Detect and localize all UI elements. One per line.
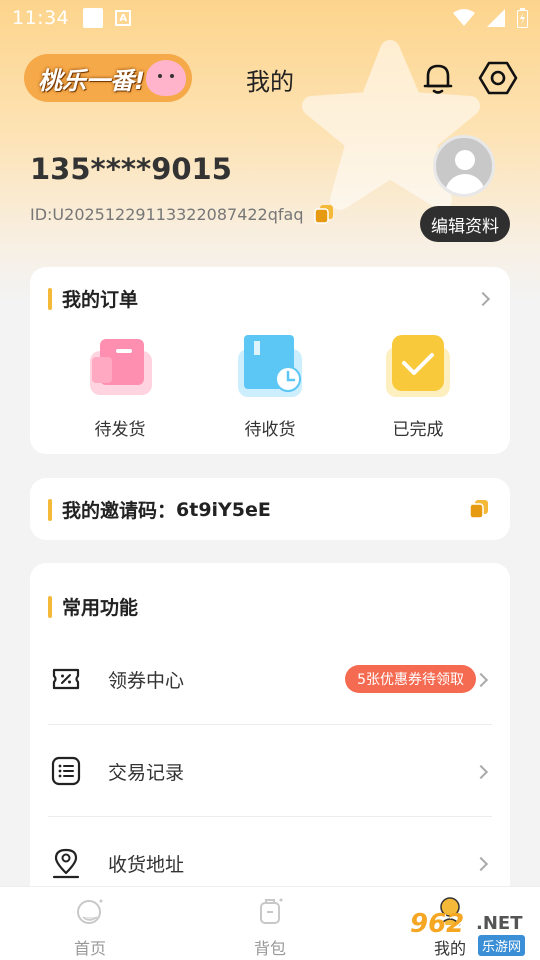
order-completed[interactable]: 已完成 [358,331,478,440]
avatar[interactable] [433,135,495,197]
transaction-records-label: 交易记录 [108,762,185,784]
signal-icon [487,9,505,27]
invite-label: 我的邀请码： [62,500,177,522]
truck-icon [90,339,152,395]
backpack-icon [260,898,283,924]
user-id-text: ID:U20251229113322087422qfaq [30,204,304,224]
app-notification-icon: A [115,10,132,26]
watermark-site-name: 乐游网 [478,935,526,956]
order-pending-shipment[interactable]: 待发货 [60,331,180,440]
order-pending-receipt[interactable]: 待收货 [210,331,330,440]
copy-icon[interactable] [468,498,490,520]
site-watermark: 962 .NET 乐游网 [402,905,536,957]
status-bar: 11:34 A [0,0,540,36]
order-label: 已完成 [392,420,444,440]
home-icon [77,899,103,924]
invite-card: 我的邀请码： 6t9iY5eE [30,478,510,540]
orders-title-text: 我的订单 [62,289,139,311]
settings-icon[interactable] [478,58,518,98]
user-id-row: ID:U20251229113322087422qfaq [30,203,335,225]
location-icon [52,848,80,879]
battery-icon [517,8,528,28]
chevron-right-icon [473,856,489,872]
list-icon [51,756,81,786]
functions-title: 常用功能 [48,593,138,620]
box-clock-icon [238,335,302,397]
coupon-center-row[interactable]: 领券中心 5张优惠券待领取 [48,633,492,725]
orders-card: 我的订单 待发货 待收货 已完成 [30,267,510,454]
header: 桃乐一番! 我的 [0,52,540,104]
notification-square-icon [83,8,104,28]
transaction-records-row[interactable]: 交易记录 [48,725,492,817]
invite-code: 6t9iY5eE [176,498,271,521]
chevron-right-icon [473,672,489,688]
status-time: 11:34 [12,7,70,29]
orders-title[interactable]: 我的订单 [48,285,138,312]
tab-home[interactable]: 首页 [40,895,140,959]
tab-label: 背包 [253,939,286,958]
order-label: 待收货 [244,420,296,440]
watermark-number: 962 [410,909,465,939]
chevron-right-icon[interactable] [475,291,491,307]
copy-icon[interactable] [313,203,335,225]
functions-title-text: 常用功能 [62,597,139,619]
bell-icon[interactable] [418,58,458,98]
order-label: 待发货 [94,420,146,440]
chevron-right-icon [473,764,489,780]
coupon-icon [52,668,80,690]
coupon-badge: 5张优惠券待领取 [345,665,476,693]
tab-label: 首页 [73,939,106,958]
check-clipboard-icon [386,335,450,397]
shipping-address-label: 收货地址 [108,854,185,876]
coupon-center-label: 领券中心 [108,670,185,692]
watermark-net: .NET [476,913,523,934]
page-title: 我的 [246,68,294,96]
user-phone: 135****9015 [30,152,232,186]
title-accent-bar [48,498,52,521]
title-accent-bar [48,595,52,618]
invite-row: 我的邀请码： 6t9iY5eE [48,496,271,523]
title-accent-bar [48,287,52,310]
edit-profile-button[interactable]: 编辑资料 [420,206,510,242]
tab-backpack[interactable]: 背包 [220,895,320,959]
wifi-icon [453,9,475,26]
